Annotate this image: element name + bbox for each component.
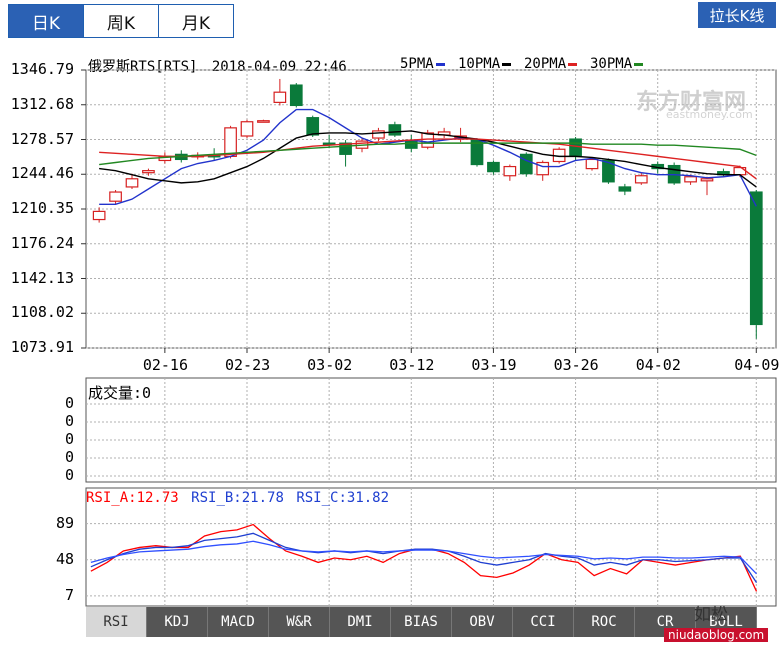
kline-chart — [81, 69, 777, 607]
rsi-axis-tick-label: 89 — [55, 513, 74, 532]
x-axis-tick-label: 03-12 — [389, 356, 435, 374]
rsi-c-value: RSI_C:31.82 — [296, 490, 390, 506]
rsi-a-value: RSI_A:12.73 — [86, 490, 179, 506]
x-axis-tick-label: 02-23 — [225, 356, 271, 374]
candle-down — [487, 161, 500, 173]
candle-down — [749, 191, 763, 326]
indicator-kdj-button[interactable]: KDJ — [147, 607, 208, 637]
indicator-obv-button[interactable]: OBV — [452, 607, 513, 637]
y-axis-tick-label: 1312.68 — [10, 94, 74, 113]
indicator-roc-button[interactable]: ROC — [574, 607, 635, 637]
y-axis-tick-label: 1278.57 — [10, 129, 74, 148]
candle-up — [585, 158, 599, 170]
indicator-wr-button[interactable]: W&R — [269, 607, 330, 637]
y-axis-tick-label: 1176.24 — [10, 233, 74, 252]
indicator-bias-button[interactable]: BIAS — [391, 607, 452, 637]
candle-down — [618, 186, 632, 192]
volume-axis-tick-label: 0 — [64, 394, 74, 412]
candle-up — [109, 191, 122, 202]
candle-up — [125, 178, 139, 188]
x-axis-tick-label: 03-02 — [307, 356, 353, 374]
candle-up — [372, 130, 385, 139]
rsi-b-line — [90, 532, 758, 583]
x-axis-tick-label: 02-16 — [142, 356, 188, 374]
rsi-b-value: RSI_B:21.78 — [191, 490, 284, 506]
y-axis-tick-label: 1073.91 — [10, 338, 74, 356]
candle-up — [503, 165, 517, 177]
candle-up — [634, 175, 648, 184]
candle-up — [421, 132, 435, 148]
candle-up — [224, 127, 237, 157]
candle-down — [289, 84, 303, 107]
candle-down — [388, 124, 402, 136]
indicator-dmi-button[interactable]: DMI — [330, 607, 391, 637]
candle-up — [700, 178, 714, 182]
rsi-a-line — [90, 523, 758, 592]
candle-up — [733, 166, 747, 176]
volume-axis-tick-label: 0 — [64, 412, 74, 430]
candle-up — [273, 91, 287, 103]
indicator-tabs: RSI KDJ MACD W&R DMI BIAS OBV CCI ROC CR… — [86, 607, 757, 637]
candle-up — [240, 121, 254, 137]
candle-down — [306, 117, 320, 136]
volume-label: 成交量:0 — [88, 384, 152, 402]
candle-down — [569, 138, 582, 157]
y-axis-tick-label: 1210.35 — [10, 199, 74, 217]
rsi-axis-tick-label: 7 — [64, 585, 74, 604]
blog-name: 如松 — [694, 605, 728, 625]
x-axis-tick-label: 04-09 — [734, 356, 780, 374]
rsi-values: RSI_A:12.73 RSI_B:21.78 RSI_C:31.82 — [86, 490, 389, 506]
indicator-macd-button[interactable]: MACD — [208, 607, 269, 637]
candle-up — [257, 120, 270, 123]
y-axis-tick-label: 1108.02 — [10, 303, 74, 322]
x-axis-tick-label: 03-19 — [471, 356, 517, 374]
panel-frame — [85, 377, 777, 483]
rsi-axis-tick-label: 48 — [55, 549, 74, 568]
blog-url-badge: niudaoblog.com — [664, 628, 769, 642]
y-axis-tick-label: 1244.46 — [10, 164, 74, 183]
volume-axis-tick-label: 0 — [64, 430, 74, 448]
candle-up — [684, 176, 697, 183]
y-axis-tick-label: 1142.13 — [10, 268, 74, 287]
candle-down — [404, 139, 418, 149]
indicator-rsi-button[interactable]: RSI — [86, 607, 147, 637]
x-axis-tick-label: 03-26 — [553, 356, 599, 374]
y-axis-tick-label: 1346.79 — [10, 60, 74, 78]
candle-up — [92, 210, 106, 221]
volume-axis-tick-label: 0 — [64, 466, 74, 484]
candle-down — [519, 153, 533, 175]
candle-up — [142, 170, 155, 174]
volume-axis-tick-label: 0 — [64, 448, 74, 466]
indicator-cci-button[interactable]: CCI — [513, 607, 574, 637]
x-axis-tick-label: 04-02 — [635, 356, 681, 374]
